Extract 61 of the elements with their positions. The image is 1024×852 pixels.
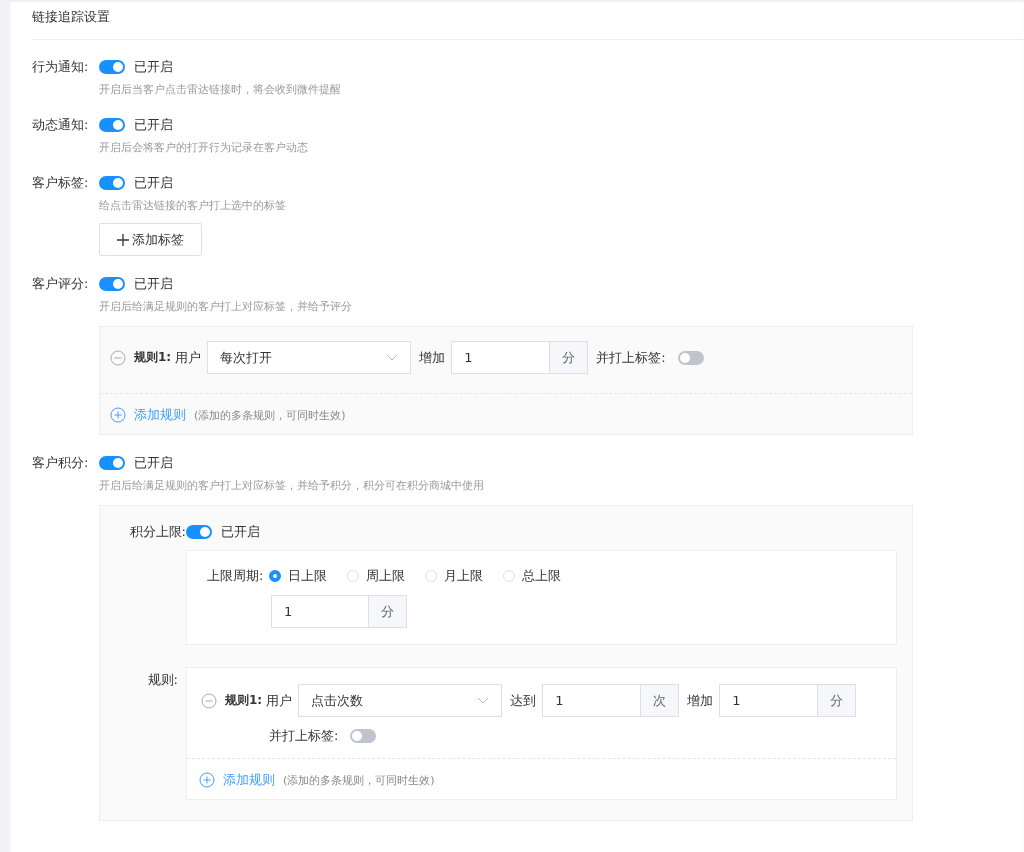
unit-addon: 分 — [817, 685, 856, 716]
setting-hint: 开启后当客户点击雷达链接时，将会收到微件提醒 — [99, 82, 342, 97]
rule-label: 规则1: — [134, 349, 172, 366]
cap-label: 积分上限: — [128, 523, 186, 541]
toggle-switch[interactable] — [99, 176, 125, 190]
rule-reach: 达到 — [510, 691, 537, 710]
period-radio[interactable]: 总上限 — [503, 567, 562, 585]
plus-circle-icon[interactable] — [199, 772, 215, 788]
add-rule-hint: (添加的多条规则，可同时生效) — [283, 772, 435, 788]
add-tag-button[interactable]: 添加标签 — [99, 223, 202, 256]
toggle-switch[interactable] — [99, 456, 125, 470]
rule-select[interactable]: 每次打开 — [207, 341, 412, 374]
minus-circle-icon[interactable] — [201, 692, 217, 709]
plus-circle-icon[interactable] — [110, 407, 126, 423]
period-label: 上限周期: — [207, 567, 264, 585]
toggle-switch[interactable] — [99, 60, 125, 74]
toggle-status: 已开启 — [221, 523, 260, 541]
setting-label: 客户积分: — [32, 454, 90, 472]
count-input[interactable]: 1 次 — [542, 684, 680, 717]
setting-hint: 给点击雷达链接的客户打上选中的标签 — [99, 198, 287, 213]
period-radio[interactable]: 月上限 — [425, 567, 484, 585]
period-radio[interactable]: 周上限 — [347, 567, 406, 585]
rule-prefix: 用户 — [266, 691, 293, 710]
rule-action: 增加 — [687, 691, 714, 710]
add-rule-hint: (添加的多条规则，可同时生效) — [194, 407, 346, 423]
minus-circle-icon[interactable] — [110, 349, 126, 366]
toggle-switch[interactable] — [677, 350, 704, 365]
toggle-switch[interactable] — [186, 525, 212, 539]
section-title: 链接追踪设置 — [32, 7, 110, 26]
period-radio[interactable]: 日上限 — [269, 567, 328, 585]
setting-hint: 开启后给满足规则的客户打上对应标签，并给予积分，积分可在积分商城中使用 — [99, 478, 485, 493]
setting-label: 行为通知: — [32, 58, 90, 76]
setting-hint: 开启后会将客户的打开行为记录在客户动态 — [99, 140, 309, 155]
toggle-status: 已开启 — [134, 58, 173, 76]
unit-addon: 次 — [640, 685, 679, 716]
rule-prefix: 用户 — [175, 348, 202, 367]
tag-label: 并打上标签: — [596, 348, 666, 367]
plus-icon — [117, 233, 129, 246]
rule-select[interactable]: 点击次数 — [298, 684, 503, 717]
chevron-down-icon — [386, 353, 399, 362]
toggle-status: 已开启 — [134, 116, 173, 134]
setting-label: 客户标签: — [32, 174, 90, 192]
points-input[interactable]: 1 分 — [719, 684, 857, 717]
toggle-switch[interactable] — [99, 118, 125, 132]
chevron-down-icon — [477, 696, 490, 705]
setting-label: 动态通知: — [32, 116, 90, 134]
toggle-switch[interactable] — [99, 277, 125, 291]
unit-addon: 分 — [368, 596, 406, 627]
toggle-status: 已开启 — [134, 454, 173, 472]
cap-input[interactable]: 1 分 — [271, 595, 407, 628]
setting-hint: 开启后给满足规则的客户打上对应标签，并给予评分 — [99, 299, 353, 314]
rule-action: 增加 — [419, 348, 446, 367]
rules-label: 规则: — [146, 671, 178, 689]
tag-label: 并打上标签: — [269, 727, 339, 745]
setting-label: 客户评分: — [32, 275, 90, 293]
rule-label: 规则1: — [225, 692, 263, 709]
unit-addon: 分 — [549, 342, 588, 373]
toggle-status: 已开启 — [134, 275, 173, 293]
toggle-status: 已开启 — [134, 174, 173, 192]
toggle-switch[interactable] — [350, 729, 377, 743]
score-input[interactable]: 1 分 — [451, 341, 589, 374]
